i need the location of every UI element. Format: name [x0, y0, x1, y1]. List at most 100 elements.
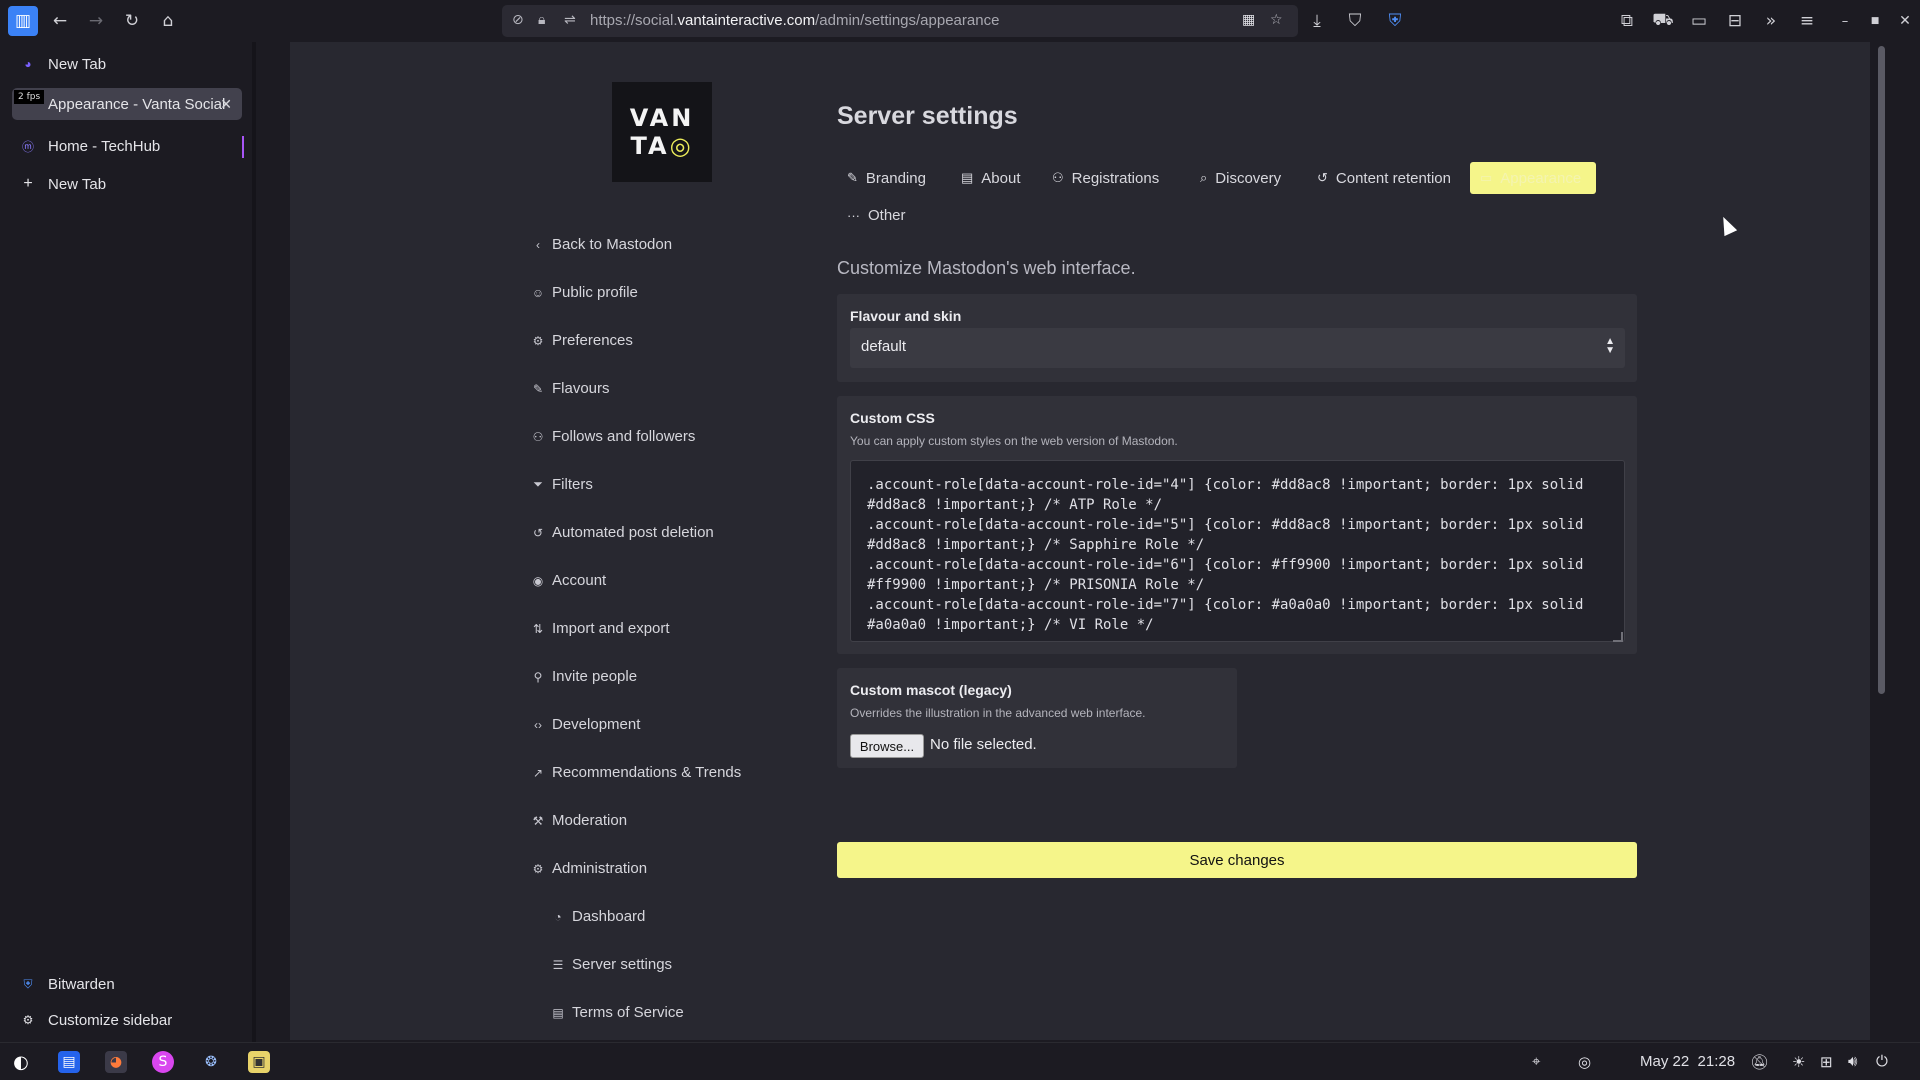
server-logo[interactable]: VAN TA◎	[612, 82, 712, 182]
minimize-icon[interactable]: –	[1830, 6, 1860, 36]
tab-branding[interactable]: ✎ Branding	[837, 162, 936, 194]
app-blue-icon[interactable]: ❂	[200, 1051, 222, 1073]
forward-icon[interactable]: →	[81, 6, 111, 36]
bitwarden-icon: ⛨	[23, 976, 33, 991]
flavour-label: Flavour and skin	[850, 308, 962, 324]
tab-about[interactable]: ▤ About	[951, 162, 1031, 194]
home-icon[interactable]: ⌂	[153, 6, 183, 36]
location-icon[interactable]: ⌖	[1532, 1053, 1540, 1070]
chevron-left-icon: ‹	[536, 237, 540, 252]
custom-css-hint: You can apply custom styles on the web v…	[850, 434, 1178, 448]
app-s-icon[interactable]: S	[152, 1051, 174, 1073]
nav-flavours[interactable]: ✎ Flavours	[530, 380, 610, 397]
logo-line-1: VAN	[629, 104, 695, 132]
tab-label: Home - TechHub	[48, 137, 161, 155]
nav-invite-people[interactable]: ⚲ Invite people	[530, 668, 637, 685]
containers-icon[interactable]: ⛟	[1648, 6, 1678, 36]
nav-automated-post-deletion[interactable]: ↺ Automated post deletion	[530, 524, 714, 541]
pencil-icon: ✎	[847, 170, 858, 185]
nav-preferences[interactable]: ⚙ Preferences	[530, 332, 633, 349]
logo-mark: ◎	[669, 132, 694, 160]
tab-home-techhub[interactable]: ⓜ Home - TechHub	[12, 130, 242, 162]
nav-dashboard[interactable]: ◔ Dashboard	[550, 908, 645, 925]
tab-label: New Tab	[48, 55, 107, 73]
fps-counter: 2 fps	[14, 90, 45, 104]
close-tab-icon[interactable]: ✕	[220, 96, 232, 113]
save-button[interactable]: Save changes	[837, 842, 1637, 878]
resize-handle-icon[interactable]	[1613, 632, 1623, 642]
url-bar[interactable]: ⊘ 🔒︎ ⇌ https://social.vantainteractive.c…	[502, 5, 1298, 37]
nav-recommendations[interactable]: ↗ Recommendations & Trends	[530, 764, 741, 781]
tab-other[interactable]: ··· Other	[837, 199, 916, 231]
back-icon[interactable]: ←	[45, 6, 75, 36]
tab-registrations[interactable]: ⚇ Registrations	[1042, 162, 1169, 194]
power-icon[interactable]: ⏻	[1876, 1053, 1888, 1070]
sidebar-customize[interactable]: ⚙ Customize sidebar	[12, 1004, 242, 1036]
custom-css-textarea[interactable]: .account-role[data-account-role-id="4"] …	[850, 460, 1625, 642]
tab-appearance[interactable]: ▭ Appearance	[1470, 162, 1596, 194]
logo-line-2: TA	[630, 132, 670, 160]
nav-public-profile[interactable]: ☺ Public profile	[530, 284, 638, 301]
reload-icon[interactable]: ↻	[117, 6, 147, 36]
sliders-icon: ☰	[552, 957, 564, 972]
trend-icon: ↗	[532, 765, 544, 780]
tab-new-tab-1[interactable]: ◕ New Tab	[12, 48, 242, 80]
gavel-icon: ⚒	[532, 813, 544, 828]
close-window-icon[interactable]: ✕	[1890, 6, 1920, 36]
nav-administration[interactable]: ⚙ Administration	[530, 860, 647, 877]
download-icon[interactable]: ⤓	[1302, 6, 1332, 36]
nav-back-to-mastodon[interactable]: ‹ Back to Mastodon	[530, 236, 672, 253]
permissions-icon[interactable]: ⇌	[564, 12, 576, 28]
bitwarden-extension-icon[interactable]: ⛨	[1380, 6, 1410, 36]
app-yellow-icon[interactable]: ▣	[248, 1051, 270, 1073]
tab-discovery[interactable]: ⌕ Discovery	[1190, 162, 1291, 194]
mascot-label: Custom mascot (legacy)	[850, 682, 1012, 698]
bookmark-star-icon[interactable]: ☆	[1270, 12, 1283, 28]
clock[interactable]: May 22 21:28	[1640, 1053, 1735, 1070]
url-text[interactable]: https://social.vantainteractive.com/admi…	[590, 12, 999, 29]
steam-icon[interactable]: ◎	[1578, 1053, 1591, 1071]
extensions-icon[interactable]: ⧉	[1612, 6, 1642, 36]
sidebar-bottom-label: Bitwarden	[48, 975, 115, 993]
firefox-taskbar-icon[interactable]: ◕	[105, 1051, 127, 1073]
nav-import-export[interactable]: ⇅ Import and export	[530, 620, 670, 637]
nav-filters[interactable]: ⏷ Filters	[530, 476, 593, 493]
nav-follows[interactable]: ⚇ Follows and followers	[530, 428, 696, 445]
brightness-icon[interactable]: ☀	[1792, 1053, 1805, 1071]
scrollbar-thumb[interactable]	[1878, 46, 1885, 694]
search-icon: ⌕	[1200, 170, 1208, 185]
lock-icon[interactable]: 🔒︎	[538, 12, 545, 28]
nav-terms-of-service[interactable]: ▤ Terms of Service	[550, 1004, 683, 1021]
nav-moderation[interactable]: ⚒ Moderation	[530, 812, 627, 829]
flavour-select[interactable]: default ▲ ▼	[850, 328, 1625, 368]
nav-server-settings[interactable]: ☰ Server settings	[550, 956, 672, 973]
tab-new-tab-2[interactable]: + New Tab	[12, 168, 242, 200]
sidebar-toggle-icon[interactable]: ▥	[8, 6, 38, 36]
maximize-icon[interactable]: ■	[1860, 6, 1890, 36]
account-icon: ◉	[532, 573, 544, 588]
sidebar-bottom-label: Customize sidebar	[48, 1011, 173, 1029]
notifications-off-icon[interactable]: 🔕︎	[1750, 1053, 1769, 1071]
network-icon[interactable]: ⊞	[1820, 1053, 1833, 1071]
filter-icon: ⏷	[533, 477, 543, 491]
browser-toolbar: ▥ ← → ↻ ⌂ ⊘ 🔒︎ ⇌ https://social.vantaint…	[0, 0, 1920, 42]
tracking-protection-icon[interactable]: ⊘	[512, 12, 524, 28]
tab-content-retention[interactable]: ↺ Content retention	[1307, 162, 1461, 194]
reader-icon[interactable]: ▭	[1684, 6, 1714, 36]
time-text: 21:28	[1697, 1053, 1736, 1070]
menu-icon[interactable]: ≡	[1792, 6, 1822, 36]
grid-icon[interactable]: ▦	[1242, 12, 1255, 28]
archive-icon[interactable]: ⊟	[1720, 6, 1750, 36]
gauge-icon: ◔	[554, 909, 562, 924]
shield-extension-icon[interactable]: ⛉	[1340, 6, 1370, 36]
overflow-icon[interactable]: »	[1756, 6, 1786, 36]
nav-account[interactable]: ◉ Account	[530, 572, 606, 589]
files-icon[interactable]: ▤	[58, 1051, 80, 1073]
history-icon: ↺	[532, 525, 544, 540]
nav-development[interactable]: ‹› Development	[530, 716, 640, 733]
sidebar-bitwarden[interactable]: ⛨ Bitwarden	[12, 968, 242, 1000]
volume-icon[interactable]: 🔊︎	[1848, 1053, 1857, 1070]
browse-button[interactable]: Browse...	[850, 734, 924, 758]
tab-appearance[interactable]: Appearance - Vanta Social ✕	[12, 88, 242, 120]
start-icon[interactable]: ◐	[10, 1051, 32, 1073]
